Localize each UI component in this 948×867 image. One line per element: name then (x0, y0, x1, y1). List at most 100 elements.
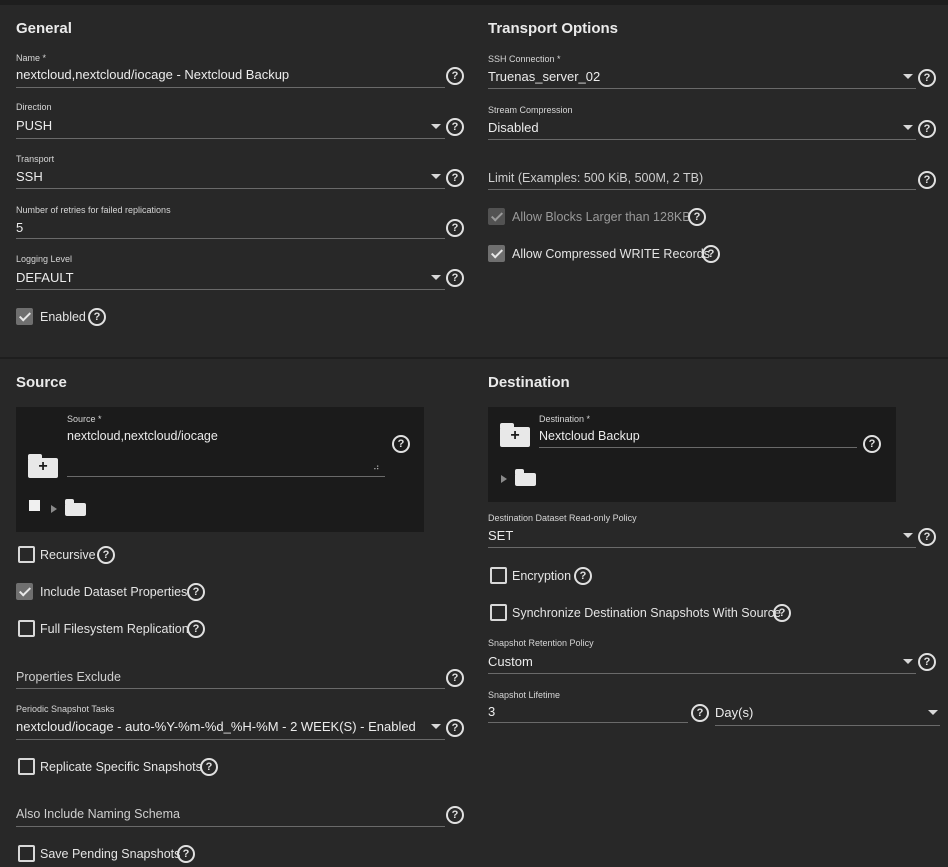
periodic-tasks-select[interactable]: nextcloud/iocage - auto-%Y-%m-%d_%H-%M -… (16, 719, 428, 734)
retention-policy-label: Snapshot Retention Policy (488, 638, 594, 648)
transport-help-icon[interactable]: ? (446, 169, 464, 187)
destination-tree-folder-icon[interactable] (515, 469, 536, 486)
source-plus-icon: + (38, 458, 48, 475)
lifetime-label: Snapshot Lifetime (488, 690, 561, 700)
retention-policy-select[interactable]: Custom (488, 654, 888, 669)
enabled-checkbox[interactable] (16, 308, 33, 325)
save-pending-label: Save Pending Snapshots (40, 847, 181, 861)
logging-help-icon[interactable]: ? (446, 269, 464, 287)
readonly-policy-help-icon[interactable]: ? (918, 528, 936, 546)
readonly-policy-label: Destination Dataset Read-only Policy (488, 513, 637, 523)
properties-exclude-underline (16, 688, 445, 689)
source-tree-expand-icon[interactable] (51, 505, 57, 513)
general-title: General (16, 20, 72, 37)
stream-compression-select[interactable]: Disabled (488, 120, 888, 135)
periodic-tasks-chevron-down-icon[interactable] (431, 724, 441, 729)
allow-large-blocks-label: Allow Blocks Larger than 128KB (512, 210, 691, 224)
direction-help-icon[interactable]: ? (446, 118, 464, 136)
source-label: Source * (67, 414, 102, 424)
limit-input[interactable]: Limit (Examples: 500 KiB, 500M, 2 TB) (488, 171, 703, 185)
include-props-label: Include Dataset Properties (40, 585, 188, 599)
destination-input[interactable]: Nextcloud Backup (539, 429, 849, 443)
transport-chevron-down-icon[interactable] (431, 174, 441, 179)
lifetime-help-icon[interactable]: ? (691, 704, 709, 722)
include-props-checkbox[interactable] (16, 583, 33, 600)
source-tree-folder-icon[interactable] (65, 499, 86, 516)
naming-schema-input[interactable]: Also Include Naming Schema (16, 807, 180, 821)
readonly-policy-underline (488, 547, 916, 548)
readonly-policy-chevron-down-icon[interactable] (903, 533, 913, 538)
allow-compressed-label: Allow Compressed WRITE Records (512, 247, 710, 261)
limit-help-icon[interactable]: ? (918, 171, 936, 189)
transport-select[interactable]: SSH (16, 169, 416, 184)
allow-large-blocks-help-icon[interactable]: ? (688, 208, 706, 226)
destination-help-icon[interactable]: ? (863, 435, 881, 453)
properties-exclude-input[interactable]: Properties Exclude (16, 670, 121, 684)
direction-chevron-down-icon[interactable] (431, 124, 441, 129)
full-fs-label: Full Filesystem Replication (40, 622, 189, 636)
lifetime-unit-select[interactable]: Day(s) (715, 705, 905, 720)
sync-snapshots-help-icon[interactable]: ? (773, 604, 791, 622)
retries-input[interactable]: 5 (16, 220, 416, 235)
ssh-connection-underline (488, 88, 916, 89)
naming-schema-help-icon[interactable]: ? (446, 806, 464, 824)
replicate-specific-help-icon[interactable]: ? (200, 758, 218, 776)
source-tree-checkbox[interactable] (29, 500, 40, 511)
periodic-tasks-help-icon[interactable]: ? (446, 719, 464, 737)
sync-snapshots-checkbox[interactable] (490, 604, 507, 621)
transport-label: Transport (16, 154, 55, 164)
logging-select[interactable]: DEFAULT (16, 270, 416, 285)
transport-underline (16, 188, 445, 189)
logging-chevron-down-icon[interactable] (431, 275, 441, 280)
recursive-label: Recursive (40, 548, 96, 562)
retries-label: Number of retries for failed replication… (16, 205, 171, 215)
encryption-label: Encryption (512, 569, 572, 583)
direction-label: Direction (16, 102, 52, 112)
stream-compression-chevron-down-icon[interactable] (903, 125, 913, 130)
replicate-specific-checkbox[interactable] (18, 758, 35, 775)
encryption-help-icon[interactable]: ? (574, 567, 592, 585)
logging-label: Logging Level (16, 254, 73, 264)
destination-title: Destination (488, 374, 570, 391)
lifetime-unit-chevron-down-icon[interactable] (928, 710, 938, 715)
destination-tree-expand-icon[interactable] (501, 475, 507, 483)
retries-help-icon[interactable]: ? (446, 219, 464, 237)
full-fs-help-icon[interactable]: ? (187, 620, 205, 638)
include-props-help-icon[interactable]: ? (187, 583, 205, 601)
retention-policy-help-icon[interactable]: ? (918, 653, 936, 671)
source-input[interactable]: nextcloud,nextcloud/iocage (67, 429, 377, 443)
name-underline (16, 87, 445, 88)
encryption-checkbox[interactable] (490, 567, 507, 584)
name-input[interactable]: nextcloud,nextcloud/iocage - Nextcloud B… (16, 67, 436, 82)
sync-snapshots-label: Synchronize Destination Snapshots With S… (512, 606, 781, 620)
stream-compression-help-icon[interactable]: ? (918, 120, 936, 138)
source-help-icon[interactable]: ? (392, 435, 410, 453)
save-pending-checkbox[interactable] (18, 845, 35, 862)
allow-large-blocks-checkbox[interactable] (488, 208, 505, 225)
retries-underline (16, 238, 445, 239)
allow-compressed-help-icon[interactable]: ? (702, 245, 720, 263)
direction-underline (16, 138, 445, 139)
retention-policy-chevron-down-icon[interactable] (903, 659, 913, 664)
stream-compression-label: Stream Compression (488, 105, 573, 115)
resize-handle-icon[interactable]: ⠴ (373, 462, 380, 473)
destination-label: Destination * (539, 414, 591, 424)
destination-underline (539, 447, 857, 448)
allow-compressed-checkbox[interactable] (488, 245, 505, 262)
save-pending-help-icon[interactable]: ? (177, 845, 195, 863)
readonly-policy-select[interactable]: SET (488, 528, 888, 543)
name-help-icon[interactable]: ? (446, 67, 464, 85)
lifetime-input[interactable]: 3 (488, 704, 678, 719)
direction-select[interactable]: PUSH (16, 118, 416, 133)
properties-exclude-help-icon[interactable]: ? (446, 669, 464, 687)
recursive-checkbox[interactable] (18, 546, 35, 563)
enabled-help-icon[interactable]: ? (88, 308, 106, 326)
ssh-connection-chevron-down-icon[interactable] (903, 74, 913, 79)
ssh-connection-select[interactable]: Truenas_server_02 (488, 69, 888, 84)
recursive-help-icon[interactable]: ? (97, 546, 115, 564)
ssh-connection-label: SSH Connection * (488, 54, 561, 64)
full-fs-checkbox[interactable] (18, 620, 35, 637)
ssh-connection-help-icon[interactable]: ? (918, 69, 936, 87)
naming-schema-underline (16, 826, 445, 827)
periodic-tasks-underline (16, 739, 445, 740)
